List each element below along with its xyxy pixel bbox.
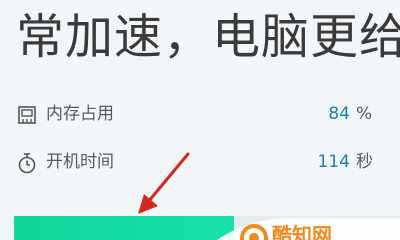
stat-row-boot-time: 开机时间 114 秒 (14, 148, 386, 176)
boot-time-unit: 秒 (356, 152, 373, 172)
watermark-text: 酷知网 (272, 223, 332, 240)
boot-time-label: 开机时间 (46, 152, 114, 172)
headline: 常加速，电脑更给 (16, 9, 400, 65)
memory-value: 84 (328, 104, 350, 124)
stopwatch-icon (18, 153, 36, 174)
boot-time-value: 114 (317, 152, 350, 172)
boost-result-panel: 常加速，电脑更给 内存占用 84 % 开机时间 114 秒 酷知网 (0, 0, 400, 240)
memory-label: 内存占用 (46, 104, 114, 124)
memory-chip-icon (18, 106, 36, 124)
stat-row-memory: 内存占用 84 % (14, 100, 386, 128)
memory-unit: % (356, 104, 373, 124)
boost-progress-fill (14, 216, 234, 240)
watermark-logo-icon: 酷知网 (217, 218, 400, 240)
annotation-arrow-icon (138, 152, 190, 214)
